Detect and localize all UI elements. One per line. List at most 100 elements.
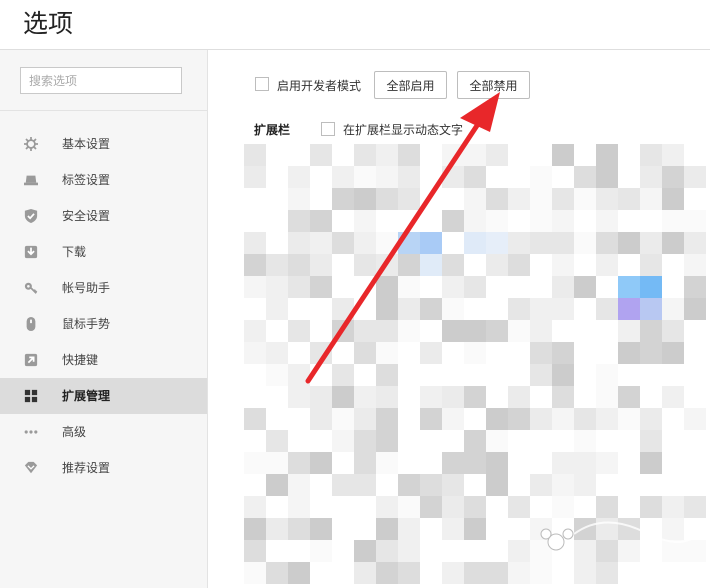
mosaic-cell — [354, 474, 376, 496]
sidebar-item-account-assistant[interactable]: 帐号助手 — [0, 270, 207, 306]
mosaic-cell — [596, 166, 618, 188]
mosaic-cell — [442, 562, 464, 584]
more-dots-icon — [24, 430, 38, 434]
mosaic-cell — [618, 408, 640, 430]
mosaic-cell — [354, 430, 376, 452]
mosaic-cell — [574, 276, 596, 298]
mosaic-cell — [442, 254, 464, 276]
mosaic-cell — [442, 496, 464, 518]
mosaic-cell — [640, 408, 662, 430]
mosaic-cell — [266, 518, 288, 540]
mosaic-cell — [508, 298, 530, 320]
mosaic-cell — [464, 386, 486, 408]
developer-mode-checkbox[interactable] — [255, 77, 269, 91]
mosaic-cell — [354, 232, 376, 254]
mosaic-cell — [288, 320, 310, 342]
sidebar-item-tab-settings[interactable]: 标签设置 — [0, 162, 207, 198]
mosaic-cell — [266, 562, 288, 584]
mosaic-cell — [376, 364, 398, 386]
gear-icon — [24, 137, 38, 151]
mosaic-cell — [662, 386, 684, 408]
mosaic-cell — [354, 166, 376, 188]
mosaic-cell — [420, 232, 442, 254]
mosaic-cell — [266, 276, 288, 298]
mosaic-cell — [640, 342, 662, 364]
mosaic-cell — [552, 232, 574, 254]
mosaic-cell — [376, 342, 398, 364]
sidebar-item-basic-settings[interactable]: 基本设置 — [0, 126, 207, 162]
mosaic-cell — [244, 166, 266, 188]
mosaic-cell — [376, 232, 398, 254]
mosaic-cell — [288, 562, 310, 584]
mosaic-cell — [376, 144, 398, 166]
mosaic-cell — [354, 210, 376, 232]
mosaic-cell — [310, 210, 332, 232]
mosaic-cell — [662, 342, 684, 364]
extension-management-panel: 启用开发者模式 全部启用 全部禁用 扩展栏 在扩展栏显示动态文字 — [208, 50, 710, 588]
sidebar-item-label: 帐号助手 — [62, 281, 111, 295]
mosaic-cell — [332, 188, 354, 210]
mosaic-cell — [662, 210, 684, 232]
sidebar-item-advanced[interactable]: 高级 — [0, 414, 207, 450]
mosaic-cell — [244, 452, 266, 474]
mosaic-cell — [354, 254, 376, 276]
show-dynamic-text-checkbox[interactable] — [321, 122, 335, 136]
mosaic-cell — [398, 518, 420, 540]
mosaic-cell — [244, 562, 266, 584]
mosaic-cell — [508, 188, 530, 210]
mosaic-cell — [420, 386, 442, 408]
download-icon — [24, 245, 38, 259]
sidebar-item-label: 高级 — [62, 425, 87, 439]
mosaic-cell — [596, 452, 618, 474]
sidebar-item-security-settings[interactable]: 安全设置 — [0, 198, 207, 234]
mosaic-cell — [486, 452, 508, 474]
mosaic-cell — [398, 232, 420, 254]
mosaic-cell — [552, 210, 574, 232]
mosaic-cell — [354, 320, 376, 342]
mosaic-cell — [618, 188, 640, 210]
mosaic-cell — [596, 408, 618, 430]
mosaic-cell — [398, 188, 420, 210]
mosaic-cell — [530, 188, 552, 210]
mosaic-cell — [354, 386, 376, 408]
mosaic-cell — [398, 276, 420, 298]
search-input[interactable] — [20, 67, 182, 94]
mosaic-cell — [596, 210, 618, 232]
mosaic-cell — [288, 518, 310, 540]
mosaic-cell — [640, 166, 662, 188]
mosaic-cell — [266, 430, 288, 452]
mosaic-cell — [662, 188, 684, 210]
mosaic-cell — [574, 166, 596, 188]
mosaic-cell — [442, 276, 464, 298]
mosaic-cell — [376, 496, 398, 518]
mosaic-cell — [288, 232, 310, 254]
mosaic-cell — [376, 254, 398, 276]
mosaic-cell — [486, 320, 508, 342]
sidebar-item-label: 下载 — [62, 245, 87, 259]
mosaic-cell — [310, 452, 332, 474]
sidebar-item-extension-management[interactable]: 扩展管理 — [0, 378, 207, 414]
mosaic-cell — [486, 210, 508, 232]
mosaic-cell — [552, 144, 574, 166]
sidebar-item-mouse-gestures[interactable]: 鼠标手势 — [0, 306, 207, 342]
mouse-icon — [26, 317, 36, 331]
mosaic-cell — [420, 342, 442, 364]
sidebar-item-download[interactable]: 下载 — [0, 234, 207, 270]
mosaic-cell — [288, 276, 310, 298]
mosaic-cell — [618, 276, 640, 298]
mosaic-cell — [464, 430, 486, 452]
mosaic-cell — [354, 342, 376, 364]
mosaic-cell — [486, 254, 508, 276]
disable-all-button[interactable]: 全部禁用 — [457, 71, 530, 99]
mosaic-cell — [376, 298, 398, 320]
mosaic-cell — [244, 496, 266, 518]
enable-all-button[interactable]: 全部启用 — [374, 71, 447, 99]
mosaic-cell — [420, 474, 442, 496]
sidebar-item-recommended-settings[interactable]: 推荐设置 — [0, 450, 207, 486]
mosaic-cell — [442, 320, 464, 342]
mosaic-cell — [662, 232, 684, 254]
mosaic-cell — [552, 474, 574, 496]
mosaic-cell — [662, 144, 684, 166]
mosaic-cell — [354, 452, 376, 474]
sidebar-item-shortcuts[interactable]: 快捷键 — [0, 342, 207, 378]
